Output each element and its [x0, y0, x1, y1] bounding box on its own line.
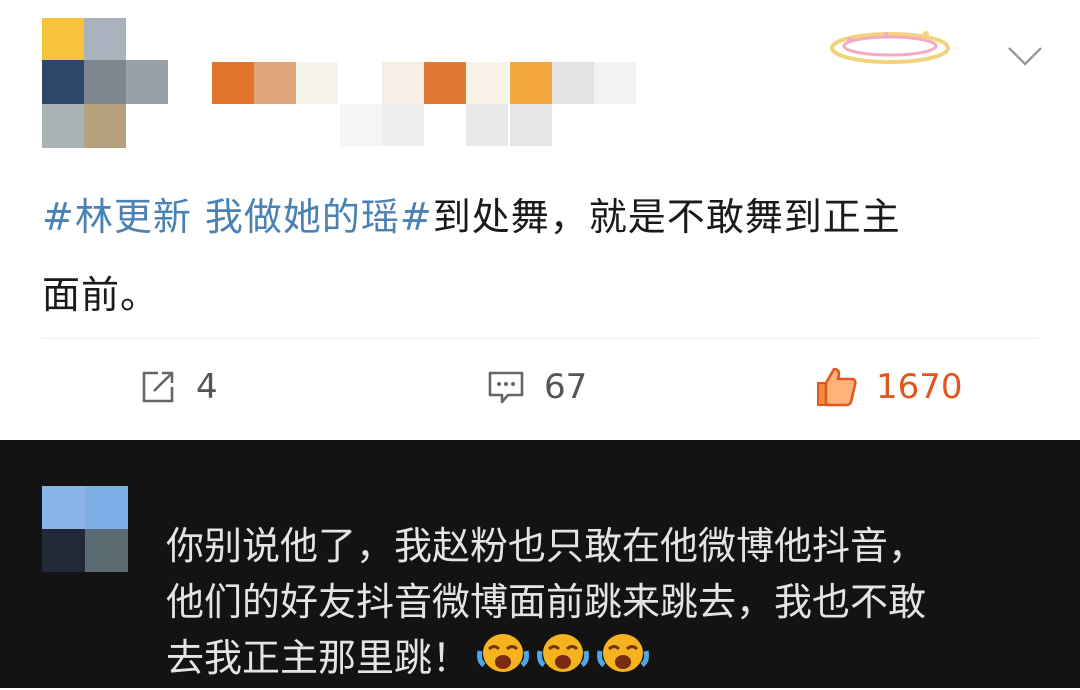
topic-link[interactable]: #林更新 我做她的瑶#: [42, 195, 433, 239]
comment-panel: 你别说他了，我赵粉也只敢在他微博他抖音， 他们的好友抖音微博面前跳来跳去，我也不…: [0, 440, 1080, 688]
crying-emoji-icon: [596, 631, 650, 690]
repost-count: 4: [196, 367, 218, 407]
avatar[interactable]: [42, 18, 172, 148]
comment-count: 67: [544, 367, 588, 407]
crying-emoji-icon: [536, 631, 590, 690]
like-icon: [817, 367, 857, 407]
like-count: 1670: [876, 367, 963, 407]
post-text-line2: 面前。: [42, 273, 160, 317]
halo-badge-icon: [830, 31, 950, 64]
post-card: #林更新 我做她的瑶#到处舞，就是不敢舞到正主 面前。 4 67 1670: [0, 0, 1080, 440]
comment-line1: 你别说他了，我赵粉也只敢在他微博他抖音，: [166, 524, 927, 568]
comment-text: 你别说他了，我赵粉也只敢在他微博他抖音， 他们的好友抖音微博面前跳来跳去，我也不…: [166, 518, 1066, 690]
like-button[interactable]: 1670: [814, 362, 963, 412]
comment-icon: [488, 371, 524, 404]
commenter-avatar[interactable]: [42, 486, 128, 572]
comment-button[interactable]: 67: [486, 362, 587, 412]
crying-emoji-icon: [476, 631, 530, 690]
comment-line3-text: 去我正主那里跳！: [166, 636, 471, 680]
username[interactable]: [212, 62, 692, 148]
repost-icon: [142, 371, 174, 403]
repost-button[interactable]: 4: [138, 362, 218, 412]
divider: [42, 338, 1038, 339]
post-text-line1: 到处舞，就是不敢舞到正主: [432, 195, 901, 239]
post-text: #林更新 我做她的瑶#到处舞，就是不敢舞到正主 面前。: [42, 178, 1042, 334]
chevron-down-icon[interactable]: [1006, 44, 1044, 68]
comment-line2: 他们的好友抖音微博面前跳来跳去，我也不敢: [166, 580, 927, 624]
comment-line3: 去我正主那里跳！: [166, 630, 1066, 690]
